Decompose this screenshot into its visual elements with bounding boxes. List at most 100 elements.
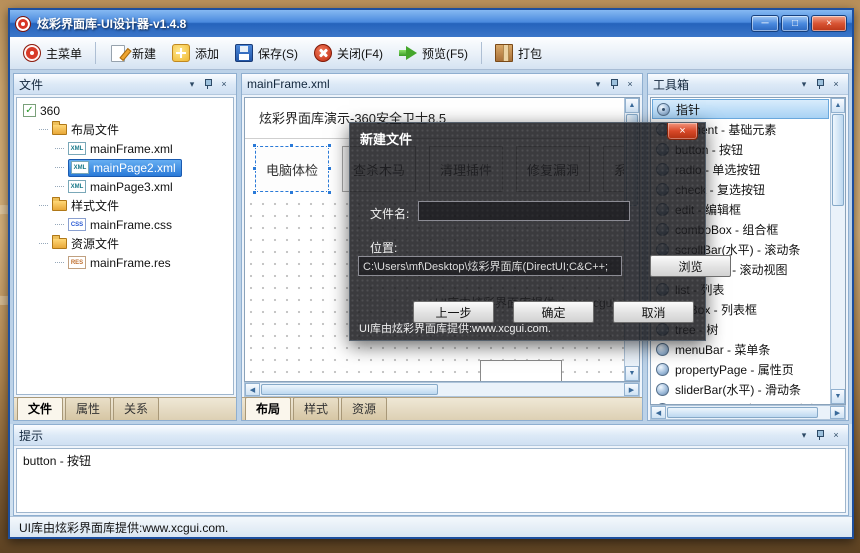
- horizontal-scrollbar-thumb[interactable]: [667, 407, 818, 418]
- path-input[interactable]: [358, 256, 622, 276]
- tree-item-label: mainPage2.xml: [93, 161, 176, 175]
- scroll-left-button[interactable]: ◀: [245, 383, 260, 396]
- selection-handle[interactable]: [327, 190, 332, 195]
- tab-properties[interactable]: 属性: [65, 397, 111, 420]
- scroll-right-button[interactable]: ▶: [624, 383, 639, 396]
- scrollbar-track[interactable]: [831, 207, 845, 389]
- hint-panel-title: 提示: [19, 427, 795, 444]
- title-bar[interactable]: 炫彩界面库-UI设计器-v1.4.8 ─ □ ×: [10, 10, 852, 37]
- toolbox-vertical-scrollbar[interactable]: ▲ ▼: [830, 98, 845, 404]
- window-title: 炫彩界面库-UI设计器-v1.4.8: [37, 15, 745, 32]
- toolbox-item-sliderbar[interactable]: sliderBar(水平) - 滑动条: [652, 379, 829, 399]
- chevron-down-icon[interactable]: ▾: [591, 77, 605, 91]
- tab-resource[interactable]: 资源: [341, 397, 387, 420]
- dialog-title[interactable]: 新建文件: [360, 129, 412, 148]
- selection-handle[interactable]: [289, 190, 294, 195]
- toolbar-button-add[interactable]: 添加: [165, 41, 226, 65]
- close-icon[interactable]: ×: [829, 428, 843, 442]
- new-file-icon: [111, 45, 125, 62]
- tree-item-mainpage2-xml[interactable]: XML mainPage2.xml: [17, 158, 233, 177]
- chevron-down-icon[interactable]: ▾: [797, 428, 811, 442]
- scrollbar-track[interactable]: [819, 406, 830, 419]
- tree-item-label: 布局文件: [71, 121, 119, 138]
- scroll-down-button[interactable]: ▼: [625, 366, 639, 381]
- filename-input[interactable]: [418, 201, 630, 221]
- folder-icon: [52, 124, 67, 135]
- editor-horizontal-scrollbar[interactable]: ◀ ▶: [244, 382, 640, 397]
- dialog-close-button[interactable]: ×: [667, 123, 698, 140]
- scrollbar-track[interactable]: [439, 383, 624, 396]
- hint-panel-header: 提示 ▾ ×: [14, 425, 848, 446]
- toolbar-button-new[interactable]: 新建: [102, 42, 163, 65]
- tab-relations[interactable]: 关系: [113, 397, 159, 420]
- toolbox-horizontal-scrollbar[interactable]: ◀ ▶: [650, 405, 846, 420]
- toolbox-item-label: menuBar - 菜单条: [675, 341, 770, 358]
- toolbox-item-propertypage[interactable]: propertyPage - 属性页: [652, 359, 829, 379]
- toolbar-label: 关闭(F4): [337, 45, 383, 62]
- tree-item-label: mainFrame.css: [90, 218, 172, 232]
- pin-icon[interactable]: [201, 77, 215, 91]
- selection-handle[interactable]: [252, 166, 257, 171]
- tree-item-mainframe-xml[interactable]: XML mainFrame.xml: [17, 139, 233, 158]
- toolbar-button-preview[interactable]: 预览(F5): [392, 41, 475, 65]
- scroll-up-button[interactable]: ▲: [831, 98, 845, 113]
- tab-layout[interactable]: 布局: [245, 397, 291, 420]
- close-button[interactable]: ×: [811, 15, 847, 32]
- app-window: 炫彩界面库-UI设计器-v1.4.8 ─ □ × 主菜单 新建 添加: [8, 8, 854, 539]
- tree-item-layout-folder[interactable]: 布局文件: [17, 120, 233, 139]
- close-file-icon: [314, 44, 332, 62]
- browse-button[interactable]: 浏览: [650, 255, 731, 277]
- maximize-button[interactable]: □: [781, 15, 809, 32]
- toolbox-item-pointer[interactable]: 指针: [652, 99, 829, 119]
- toolbar-button-save[interactable]: 保存(S): [228, 41, 305, 65]
- desktop-wallpaper: 炫彩界面库-UI设计器-v1.4.8 ─ □ × 主菜单 新建 添加: [0, 0, 860, 553]
- dialog-footer-text: UI库由炫彩界面库提供:www.xcgui.com.: [359, 320, 551, 336]
- tree-item-mainframe-css[interactable]: CSS mainFrame.css: [17, 215, 233, 234]
- close-icon[interactable]: ×: [829, 77, 843, 91]
- chevron-down-icon[interactable]: ▾: [797, 77, 811, 91]
- vertical-scrollbar-thumb[interactable]: [832, 114, 844, 206]
- xml-file-icon: XML: [71, 161, 89, 174]
- tree-connector: [39, 243, 48, 244]
- checkbox-checked-icon[interactable]: ✓: [23, 104, 36, 117]
- tree-item-project[interactable]: ✓ 360: [17, 101, 233, 120]
- toolbar-button-main-menu[interactable]: 主菜单: [16, 41, 89, 65]
- tree-item-mainframe-res[interactable]: RES mainFrame.res: [17, 253, 233, 272]
- scroll-up-button[interactable]: ▲: [625, 98, 639, 113]
- selection-handle[interactable]: [327, 143, 332, 148]
- close-icon[interactable]: ×: [217, 77, 231, 91]
- close-icon[interactable]: ×: [623, 77, 637, 91]
- preview-icon: [399, 44, 417, 62]
- toolbox-item-menubar[interactable]: menuBar - 菜单条: [652, 339, 829, 359]
- scroll-right-button[interactable]: ▶: [830, 406, 845, 419]
- cancel-button[interactable]: 取消: [613, 301, 694, 323]
- tab-files[interactable]: 文件: [17, 397, 63, 420]
- tree-item-style-folder[interactable]: 样式文件: [17, 196, 233, 215]
- selection-handle[interactable]: [252, 143, 257, 148]
- toolbar-button-close-file[interactable]: 关闭(F4): [307, 41, 390, 65]
- toolbar-label: 添加: [195, 45, 219, 62]
- filename-label: 文件名:: [370, 205, 409, 222]
- selection-handle[interactable]: [252, 190, 257, 195]
- toolbox-item-progressbar[interactable]: progressBar(水平) - 进度条: [652, 399, 829, 404]
- pin-icon[interactable]: [813, 77, 827, 91]
- tree-item-label: mainPage3.xml: [90, 180, 173, 194]
- minimize-button[interactable]: ─: [751, 15, 779, 32]
- toolbar-label: 保存(S): [258, 45, 298, 62]
- scroll-down-button[interactable]: ▼: [831, 389, 845, 404]
- pin-icon[interactable]: [607, 77, 621, 91]
- design-button-selected[interactable]: 电脑体检: [255, 146, 329, 192]
- package-icon: [495, 44, 513, 62]
- tab-style[interactable]: 样式: [293, 397, 339, 420]
- selection-handle[interactable]: [327, 166, 332, 171]
- toolbar-separator: [481, 42, 482, 64]
- scroll-left-button[interactable]: ◀: [651, 406, 666, 419]
- pin-icon[interactable]: [813, 428, 827, 442]
- tree-item-resource-folder[interactable]: 资源文件: [17, 234, 233, 253]
- horizontal-scrollbar-thumb[interactable]: [261, 384, 438, 395]
- tree-item-mainpage3-xml[interactable]: XML mainPage3.xml: [17, 177, 233, 196]
- toolbar-button-package[interactable]: 打包: [488, 41, 549, 65]
- selection-handle[interactable]: [289, 143, 294, 148]
- design-rectangle[interactable]: [480, 360, 562, 381]
- chevron-down-icon[interactable]: ▾: [185, 77, 199, 91]
